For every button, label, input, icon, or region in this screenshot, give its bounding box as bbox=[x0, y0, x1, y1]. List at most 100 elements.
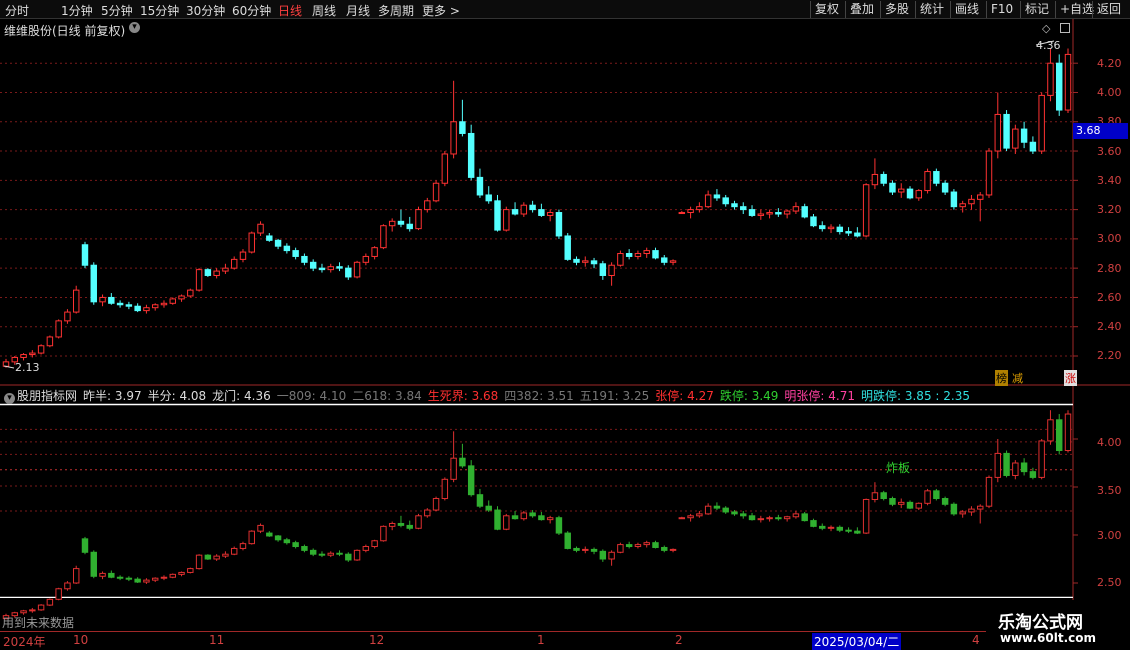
candle-body bbox=[213, 270, 220, 276]
candle-body bbox=[994, 113, 1002, 152]
ind-candle-body bbox=[520, 512, 528, 520]
ind-price-tick: 3.50 bbox=[1097, 484, 1122, 497]
ind-candle-body bbox=[564, 532, 571, 549]
high-price-label: 4.36 bbox=[1036, 39, 1061, 52]
ind-candle-body bbox=[573, 547, 580, 551]
ind-candle-body bbox=[871, 492, 879, 500]
candle-body bbox=[880, 173, 887, 184]
ind-candle-body bbox=[485, 505, 492, 511]
ind-candle-body bbox=[248, 530, 255, 545]
candle-body bbox=[924, 171, 931, 192]
candle-body bbox=[1064, 53, 1072, 111]
ind-candle-body bbox=[555, 517, 563, 534]
ind-candle-body bbox=[661, 546, 668, 551]
candle-body bbox=[889, 182, 896, 193]
candle-body bbox=[55, 320, 62, 338]
candle-body bbox=[871, 173, 879, 186]
indicator-name[interactable]: 股朋指标网 bbox=[17, 389, 77, 403]
ind-candle-body bbox=[1003, 452, 1010, 476]
ind-candle-body bbox=[634, 544, 642, 548]
ind-candle-body bbox=[125, 577, 133, 580]
reduce-badge[interactable]: 减 bbox=[1011, 370, 1024, 386]
candle-body bbox=[652, 250, 659, 259]
candle-body bbox=[99, 296, 106, 303]
price-tick: 2.40 bbox=[1097, 320, 1122, 333]
candle-body bbox=[625, 253, 633, 257]
candle-body bbox=[1003, 113, 1010, 149]
ind-candle-body bbox=[459, 457, 466, 467]
ind-candle-body bbox=[99, 572, 106, 577]
ind-candle-body bbox=[590, 548, 598, 552]
candle-body bbox=[906, 188, 914, 199]
limit-up-badge[interactable]: 涨 bbox=[1064, 370, 1077, 386]
candle-body bbox=[1047, 62, 1054, 96]
ind-candle-body bbox=[906, 501, 914, 509]
candle-body bbox=[573, 258, 580, 263]
watermark-url: www.60lt.com bbox=[1000, 631, 1097, 645]
candle-body bbox=[757, 213, 765, 216]
candle-body bbox=[134, 305, 141, 312]
candle-body bbox=[362, 255, 370, 263]
ind-shengsijie: 生死界: 3.68 bbox=[427, 389, 499, 403]
ind-candle-body bbox=[450, 457, 457, 480]
candle-body bbox=[661, 257, 668, 263]
ind-candle-body bbox=[941, 498, 949, 505]
ind-candle-body bbox=[169, 573, 176, 578]
candle-body bbox=[696, 206, 703, 211]
candle-body bbox=[353, 261, 361, 278]
ind-candle-body bbox=[1038, 440, 1045, 478]
ind-candle-body bbox=[810, 520, 817, 527]
ind-candle-body bbox=[432, 498, 440, 511]
ind-price-tick: 4.00 bbox=[1097, 436, 1122, 449]
ind-candle-body bbox=[880, 492, 887, 500]
candle-body bbox=[345, 267, 352, 278]
candle-body bbox=[898, 188, 905, 193]
candle-body bbox=[950, 191, 958, 208]
ind-candle-body bbox=[985, 476, 993, 507]
ind-candle-body bbox=[415, 515, 422, 529]
candle-body bbox=[494, 200, 501, 231]
candle-body bbox=[959, 203, 966, 208]
candle-body bbox=[862, 184, 870, 237]
ind-candle-body bbox=[836, 526, 844, 531]
candle-body bbox=[941, 182, 949, 193]
ind-candle-body bbox=[538, 515, 545, 521]
candle-body bbox=[599, 263, 607, 276]
candle-body bbox=[819, 225, 826, 230]
ind-candle-body bbox=[977, 505, 984, 510]
ind-candle-body bbox=[362, 546, 370, 551]
candle-body bbox=[915, 190, 923, 199]
ind-candle-body bbox=[345, 553, 352, 561]
candle-body bbox=[766, 212, 773, 215]
ind-candle-body bbox=[116, 576, 124, 579]
month-label: 10 bbox=[73, 633, 89, 647]
month-label: 4 bbox=[972, 633, 980, 647]
candle-body bbox=[590, 260, 598, 265]
candle-body bbox=[467, 132, 475, 178]
ind-candle-body bbox=[862, 498, 870, 534]
candle-body bbox=[441, 153, 449, 184]
candle-body bbox=[775, 212, 782, 215]
candle-body bbox=[1020, 128, 1028, 143]
candle-body bbox=[836, 226, 844, 233]
indicator-dropdown-icon[interactable]: ▾ bbox=[4, 393, 15, 404]
ind-candle-body bbox=[546, 517, 554, 521]
candle-body bbox=[722, 197, 729, 205]
candle-body bbox=[687, 209, 694, 214]
ind-candle-body bbox=[239, 543, 247, 549]
ind-candle-body bbox=[230, 547, 238, 555]
ind-candle-body bbox=[1047, 419, 1054, 442]
rank-badge[interactable]: 榜 bbox=[995, 370, 1008, 386]
candle-body bbox=[81, 244, 89, 266]
ind-candle-body bbox=[511, 515, 519, 520]
ind-191: 五191: 3.25 bbox=[579, 389, 650, 403]
candle-body bbox=[1012, 128, 1019, 149]
ind-candle-body bbox=[608, 551, 615, 560]
candle-body bbox=[555, 212, 563, 237]
ind-zuoban: 昨半: 3.97 bbox=[83, 389, 142, 403]
candle-body bbox=[476, 176, 484, 196]
candle-body bbox=[116, 302, 124, 306]
candlestick-chart[interactable] bbox=[0, 0, 1130, 650]
candle-body bbox=[195, 269, 203, 291]
ind-candle-body bbox=[178, 571, 185, 575]
